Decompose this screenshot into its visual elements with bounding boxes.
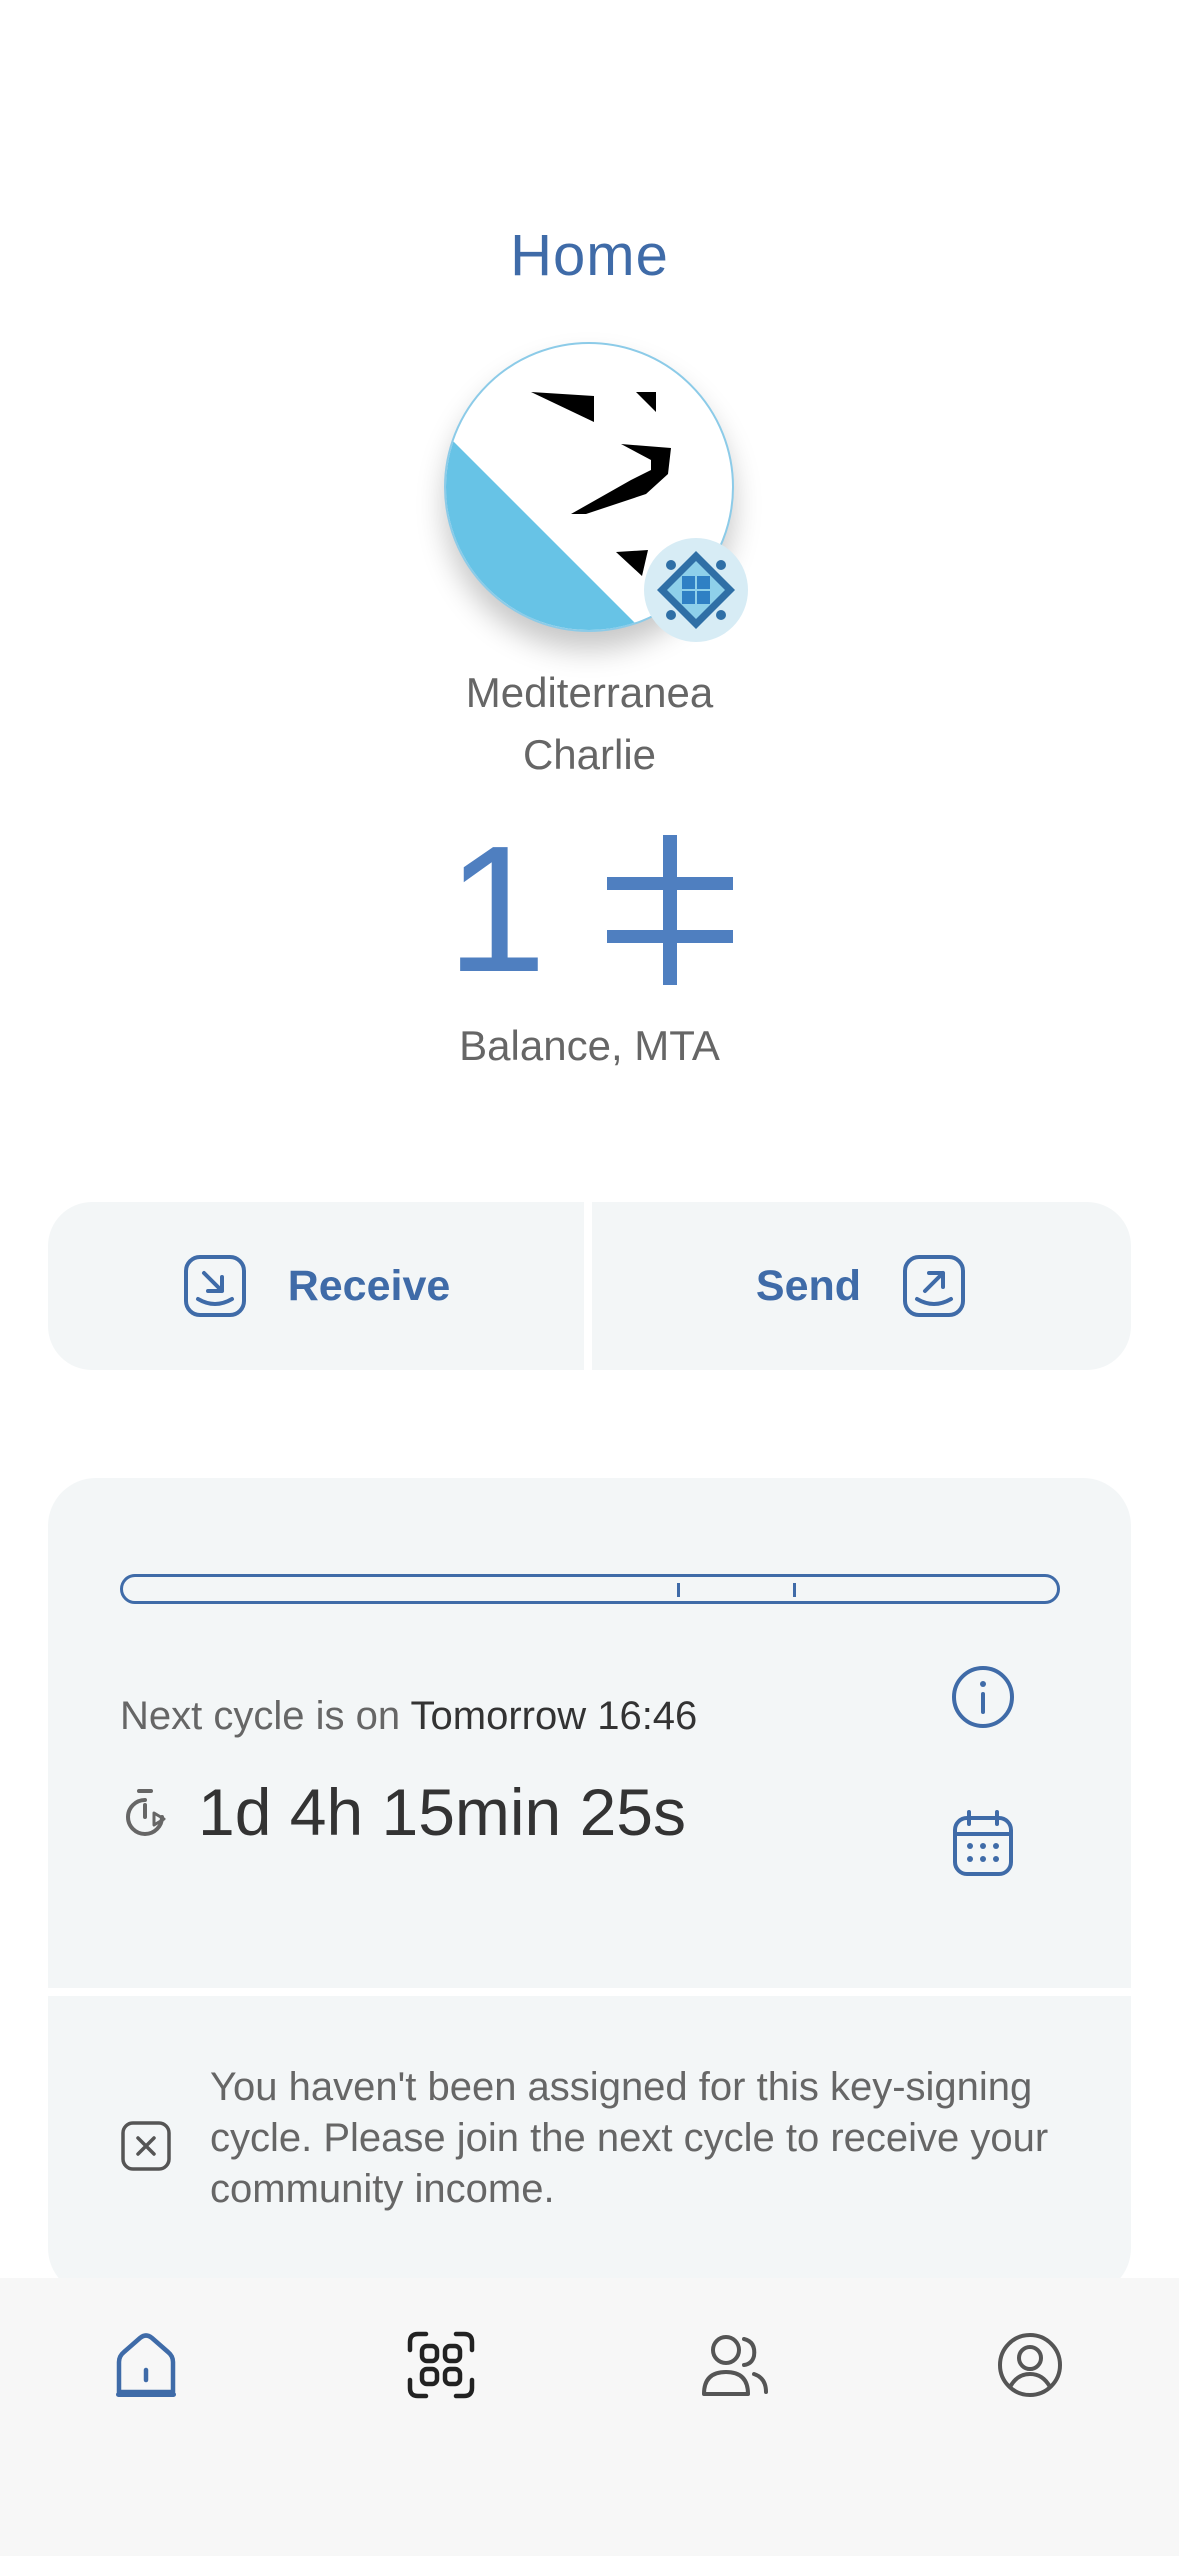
balance-amount: 1 <box>446 809 547 1010</box>
account-name: Charlie <box>522 731 657 778</box>
tab-contacts[interactable] <box>690 2330 780 2430</box>
contacts-icon <box>702 2335 768 2396</box>
page-title: Home <box>510 223 669 288</box>
tab-scan[interactable] <box>396 2330 486 2430</box>
community-avatar[interactable] <box>444 342 748 642</box>
progress-tick <box>793 1583 796 1597</box>
receive-button[interactable]: Receive <box>48 1202 584 1370</box>
send-label: Send <box>755 1261 862 1310</box>
notice-text: You haven't been assigned for this key-s… <box>210 2065 1049 2211</box>
mta-currency-icon <box>606 835 733 985</box>
bottom-tab-bar <box>0 2278 1179 2556</box>
receive-label: Receive <box>287 1261 451 1310</box>
next-cycle-prefix: Next cycle is on <box>120 1694 401 1738</box>
close-square-icon <box>121 2121 171 2171</box>
community-badge-icon <box>644 538 748 642</box>
timer-icon <box>126 1789 166 1836</box>
countdown-value: 1d 4h 15min 25s <box>198 1775 687 1849</box>
next-cycle-text: Next cycle is on Tomorrow 16:46 <box>120 1694 697 1739</box>
send-button[interactable]: Send <box>592 1202 1131 1370</box>
countdown: 1d 4h 15min 25s <box>120 1774 686 1850</box>
tab-home[interactable] <box>101 2330 191 2430</box>
receive-icon <box>183 1255 246 1317</box>
transfer-actions: Receive Send <box>48 1202 1131 1370</box>
tab-profile[interactable] <box>985 2330 1075 2430</box>
calendar-icon[interactable] <box>950 1808 1016 1878</box>
info-icon[interactable] <box>950 1664 1016 1730</box>
community-name: Mediterranea <box>465 669 714 716</box>
balance-label: Balance, MTA <box>459 1022 720 1069</box>
ceremony-cycle-card: Next cycle is on Tomorrow 16:46 1d 4h 15… <box>48 1478 1131 1988</box>
profile-icon <box>998 2333 1062 2397</box>
cycle-progress-bar <box>120 1574 1060 1604</box>
send-icon <box>903 1255 966 1317</box>
active-tab-indicator <box>116 2392 176 2397</box>
user-name: Mediterranea Charlie <box>0 662 1179 786</box>
home-icon <box>116 2333 176 2395</box>
assignment-notice: You haven't been assigned for this key-s… <box>48 1996 1131 2296</box>
balance-display: 1 <box>0 820 1179 1000</box>
progress-tick <box>677 1583 680 1597</box>
qr-scan-icon <box>407 2331 475 2399</box>
next-cycle-time: Tomorrow 16:46 <box>410 1694 698 1738</box>
